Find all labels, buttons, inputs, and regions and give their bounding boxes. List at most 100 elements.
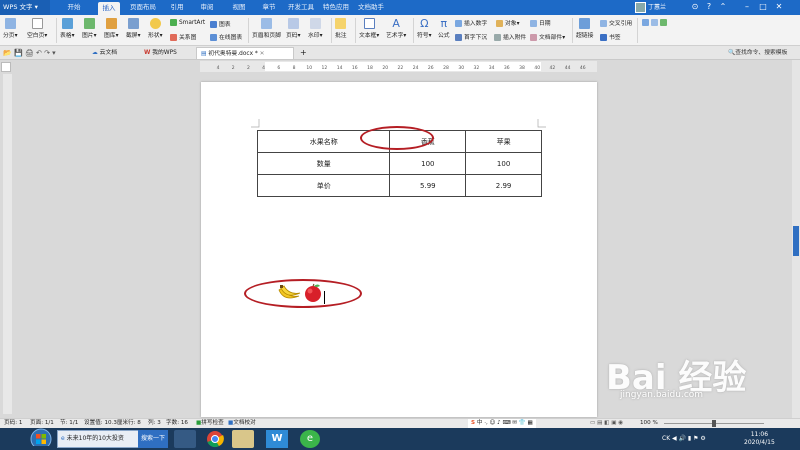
table-cell[interactable]: 5.99	[389, 174, 467, 197]
add-tab-button[interactable]: +	[296, 47, 311, 59]
date-button[interactable]: 日期	[530, 18, 551, 27]
wps-taskbar-icon[interactable]: W	[266, 430, 288, 448]
cross-ref-button[interactable]: 交叉引用	[600, 18, 632, 27]
extra-tools[interactable]	[642, 19, 669, 26]
page-number-icon	[287, 18, 299, 29]
drop-cap-button[interactable]: 首字下沉	[455, 32, 487, 41]
ie-taskbar-icon[interactable]: e	[300, 430, 320, 448]
relation-button[interactable]: 关系图	[170, 32, 196, 41]
search-box-text: 未来10年的10大投资	[66, 435, 124, 442]
doc-parts-button[interactable]: 文档部件▾	[530, 32, 565, 41]
ribbon-insert: 分页▾ 空白页▾ 表格▾ 图片▾ 图库▾ 截屏▾ 形状▾ SmartArt 图表…	[0, 15, 800, 46]
table-cell[interactable]: 单价	[256, 174, 391, 197]
quick-access-toolbar[interactable]: 📂 💾 🖨 ↶ ↷ ▾	[3, 49, 56, 57]
scroll-thumb[interactable]	[793, 226, 799, 256]
bookmark-button[interactable]: 书签	[600, 32, 621, 41]
smartart-icon	[170, 19, 177, 26]
menu-5[interactable]: 视图	[228, 0, 250, 15]
shape-button[interactable]: 形状▾	[148, 18, 163, 39]
help-icon[interactable]: ?	[702, 1, 716, 13]
document-tab-bar: 📂 💾 🖨 ↶ ↷ ▾ ☁ 云文档 W 我的WPS ▤ 初代奥特曼.docx *…	[0, 46, 800, 60]
close-tab-icon[interactable]: ✕	[260, 51, 265, 57]
zoom-thumb[interactable]	[712, 420, 716, 427]
menu-2[interactable]: 页面布局	[126, 0, 160, 15]
header-footer-label: 页眉和页脚	[252, 33, 281, 39]
blank-page-button[interactable]: 空白页▾	[27, 18, 47, 39]
insert-number-label: 插入数字	[464, 21, 488, 27]
tool-icon	[642, 19, 649, 26]
gallery-button[interactable]: 图库▾	[104, 18, 119, 39]
doc-check[interactable]: ■文档校对	[228, 419, 256, 428]
taskbar-app-explorer[interactable]	[174, 430, 196, 448]
vertical-ruler[interactable]	[3, 74, 12, 414]
table-cell[interactable]: 苹果	[465, 130, 542, 153]
textbox-button[interactable]: 文本框▾	[359, 18, 379, 39]
table-cell[interactable]: 数量	[256, 152, 391, 175]
table-cell[interactable]: 100	[389, 152, 467, 175]
view-modes[interactable]: ▭ ▤ ◧ ▣ ◉	[590, 419, 623, 428]
app-logo[interactable]: WPS 文字 ▾	[0, 0, 50, 15]
screenshot-button[interactable]: 截屏▾	[126, 18, 141, 39]
object-button[interactable]: 对象▾	[496, 18, 520, 27]
ruler-label: 6	[277, 65, 280, 71]
tab-my-wps[interactable]: W 我的WPS	[140, 47, 181, 59]
command-search[interactable]: 🔍查找命令、搜索模板	[728, 48, 787, 58]
ruler-label: 30	[458, 65, 464, 71]
header-footer-button[interactable]: 页眉和页脚	[252, 18, 281, 39]
page-break-button[interactable]: 分页▾	[3, 18, 18, 39]
system-tray[interactable]: CK ◀ 🔊 ▮ ⚑ ⚙	[662, 430, 706, 448]
ruler-label: 16	[352, 65, 358, 71]
chrome-icon[interactable]	[206, 430, 224, 448]
page-number-button[interactable]: 页码▾	[286, 18, 301, 39]
maximize-icon[interactable]: □	[756, 1, 770, 13]
smartart-button[interactable]: SmartArt	[170, 19, 205, 26]
table-cell[interactable]: 2.99	[465, 174, 542, 197]
start-button[interactable]	[30, 428, 52, 446]
menu-7[interactable]: 开发工具	[286, 0, 316, 15]
apple-emoji[interactable]	[302, 283, 324, 303]
taskbar-search-button[interactable]: 搜索一下	[138, 430, 168, 448]
tab-document[interactable]: ▤ 初代奥特曼.docx * ✕	[196, 47, 294, 59]
clock[interactable]: 11:06 2020/4/15	[744, 431, 775, 449]
menu-9[interactable]: 文档助手	[356, 0, 386, 15]
minimize-icon[interactable]: –	[740, 1, 754, 13]
art-text-label: 艺术字	[386, 33, 404, 39]
online-chart-button[interactable]: 在线图表	[210, 32, 242, 41]
user-account[interactable]: 丁蕙兰	[635, 0, 666, 15]
art-text-button[interactable]: A 艺术字▾	[386, 18, 406, 39]
menu-3[interactable]: 引用	[166, 0, 188, 15]
status-section: 节: 1/1	[60, 420, 79, 426]
hyperlink-button[interactable]: 超链接	[576, 18, 593, 39]
app-title: WPS 文字	[3, 3, 33, 11]
watermark-button[interactable]: 水印▾	[308, 18, 323, 39]
vertical-scrollbar[interactable]	[792, 60, 800, 418]
doc-parts-label: 文档部件	[539, 35, 563, 41]
chart-button[interactable]: 图表	[210, 19, 231, 28]
table-button[interactable]: 表格▾	[60, 18, 75, 39]
comment-button[interactable]: 批注	[335, 18, 347, 39]
table-cell[interactable]: 100	[465, 152, 542, 175]
pi-icon: π	[440, 17, 448, 30]
formula-button[interactable]: π 公式	[438, 18, 450, 39]
horizontal-ruler[interactable]: 4 2 2 4 6 8 10 12 14 16 18 20 22 24 26 28 30 32 34 36 38 40 42…	[200, 61, 597, 72]
menu-1[interactable]: 插入	[98, 2, 120, 15]
close-icon[interactable]: ✕	[772, 1, 786, 13]
attachment-button[interactable]: 插入附件	[494, 32, 526, 41]
up-icon[interactable]: ⌃	[716, 1, 730, 13]
ruler-label: 12	[322, 65, 328, 71]
taskbar-app-folder[interactable]	[232, 430, 254, 448]
picture-button[interactable]: 图片▾	[82, 18, 97, 39]
skin-icon[interactable]: ⊙	[688, 1, 702, 13]
watermark-label: 水印	[308, 33, 320, 39]
menu-4[interactable]: 审阅	[196, 0, 218, 15]
symbol-button[interactable]: Ω 符号▾	[417, 18, 432, 39]
table-row: 单价 5.99 2.99	[256, 174, 542, 197]
menu-6[interactable]: 章节	[258, 0, 280, 15]
insert-number-button[interactable]: 插入数字	[455, 18, 487, 27]
banana-emoji[interactable]	[276, 284, 302, 302]
spell-check[interactable]: ■拼写检查	[196, 419, 224, 428]
tab-cloud[interactable]: ☁ 云文档	[88, 47, 121, 59]
menu-0[interactable]: 开始	[62, 0, 86, 15]
menu-8[interactable]: 特色应用	[322, 0, 350, 15]
ruler-corner[interactable]	[1, 62, 11, 72]
